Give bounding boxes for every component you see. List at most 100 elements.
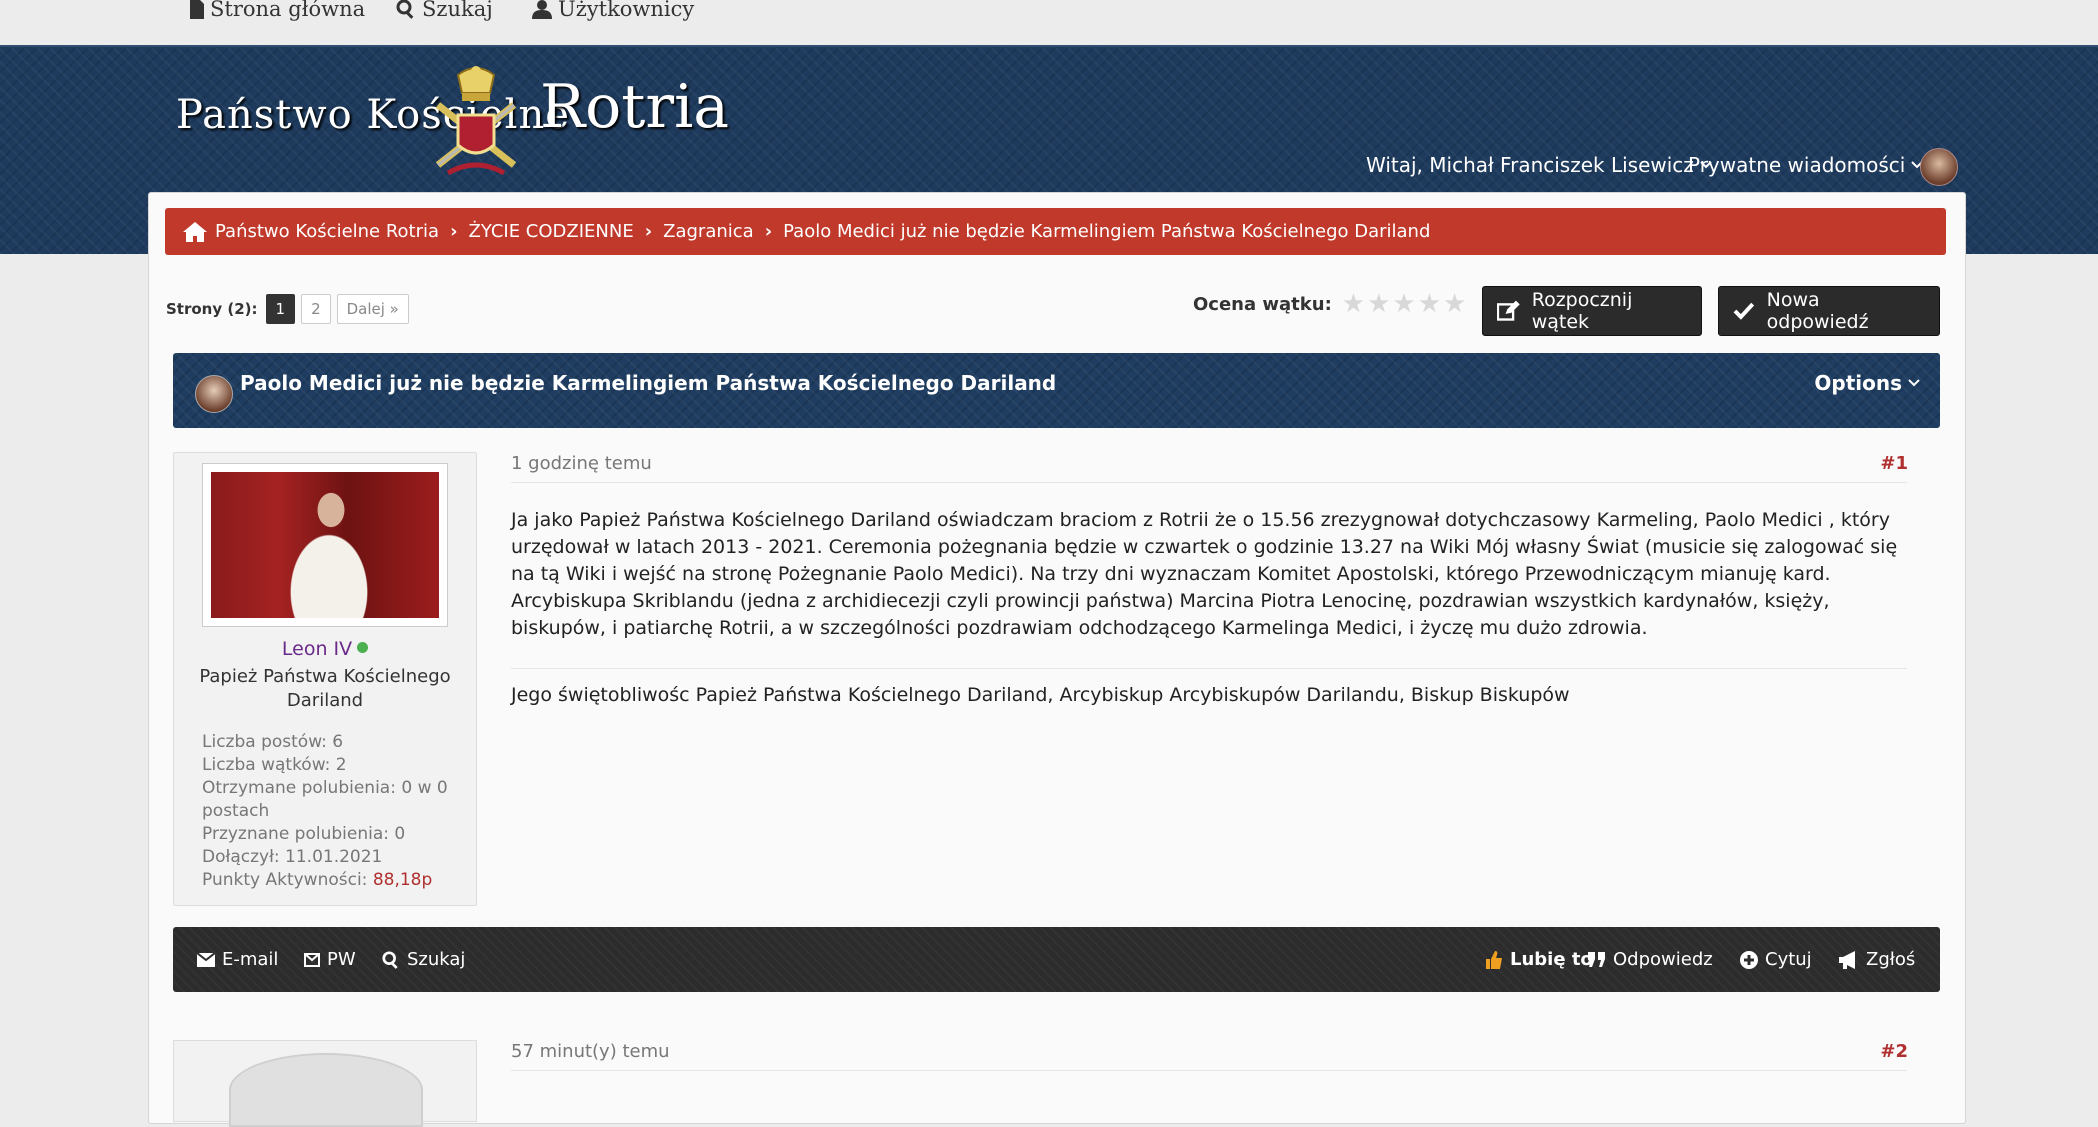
post-actions-bar: E-mail PW Szukaj Lubię to Odpowiedz Cytu… (173, 927, 1940, 992)
page-1-button[interactable]: 1 (265, 294, 296, 324)
search-posts-button[interactable]: Szukaj (382, 949, 465, 970)
search-posts-label: Szukaj (407, 949, 466, 970)
thumbs-up-icon (1486, 950, 1502, 969)
new-reply-label: Nowa odpowiedź (1766, 289, 1869, 333)
author-title: Papież Państwa Kościelnego Dariland (199, 666, 451, 711)
post-author-card: Leon IV Papież Państwa Kościelnego Daril… (173, 452, 477, 906)
reply-label: Odpowiedz (1613, 949, 1713, 970)
reply-button[interactable]: Odpowiedz (1588, 949, 1713, 970)
post-permalink[interactable]: #1 (1880, 453, 1908, 474)
online-status-icon (357, 642, 369, 653)
quote-icon (1588, 951, 1605, 967)
star-icon[interactable]: ★ (1367, 291, 1390, 317)
stat-likes-received: Otrzymane polubienia: 0 w 0 postach (202, 778, 448, 821)
breadcrumb-item-forum[interactable]: Zagranica (663, 221, 754, 242)
author-photo[interactable] (211, 472, 439, 618)
pagination-label: Strony (2): (166, 300, 258, 318)
welcome-menu[interactable]: Witaj, Michał Franciszek Lisewicz (1366, 153, 1712, 177)
stat-joined: Dołączył: 11.01.2021 (202, 847, 383, 867)
stat-activity-value[interactable]: 88,18p (373, 870, 432, 890)
thread-options-menu[interactable]: Options (1814, 371, 1920, 395)
post-divider (511, 482, 1907, 483)
new-thread-button[interactable]: Rozpocznij wątek (1482, 286, 1702, 336)
thread-title: Paolo Medici już nie będzie Karmelingiem… (240, 371, 1057, 395)
star-icon[interactable]: ★ (1392, 291, 1415, 317)
checkmark-icon (1733, 302, 1755, 320)
post-divider (511, 1070, 1907, 1071)
breadcrumb-item-category[interactable]: ŻYCIE CODZIENNE (468, 221, 633, 242)
post-permalink[interactable]: #2 (1880, 1041, 1908, 1062)
star-icon[interactable]: ★ (1342, 291, 1365, 317)
quote-label: Cytuj (1765, 949, 1812, 970)
plus-circle-icon (1740, 950, 1758, 969)
post-author-card (173, 1040, 477, 1127)
stat-threads: Liczba wątków: 2 (202, 755, 347, 775)
report-label: Zgłoś (1866, 949, 1916, 970)
breadcrumb: Państwo Kościelne Rotria › ŻYCIE CODZIEN… (165, 208, 1946, 255)
default-avatar-placeholder (229, 1053, 423, 1127)
author-name: Leon IV (281, 638, 353, 660)
rating-label: Ocena wątku: (1193, 293, 1332, 315)
document-icon (190, 0, 204, 19)
like-button[interactable]: Lubię to (1485, 949, 1593, 970)
user-icon (532, 0, 552, 19)
report-button[interactable]: Zgłoś (1839, 949, 1915, 970)
stat-activity: Punkty Aktywności: 88,18p (202, 869, 462, 892)
stat-likes-given: Przyznane polubienia: 0 (202, 824, 406, 844)
pm-button[interactable]: PW (304, 949, 356, 970)
search-icon (382, 950, 398, 969)
home-icon (183, 221, 207, 242)
signature-divider (511, 668, 1907, 669)
new-reply-button[interactable]: Nowa odpowiedź (1718, 286, 1940, 336)
private-messages-menu[interactable]: Prywatne wiadomości (1688, 153, 1924, 177)
top-navigation: Strona główna Szukaj Użytkownicy (0, 0, 2098, 45)
post-timestamp: 57 minut(y) temu (511, 1041, 670, 1062)
post-timestamp: 1 godzinę temu (511, 453, 652, 474)
post-signature: Jego świętobliwośc Papież Państwa Koście… (511, 684, 1570, 706)
breadcrumb-item-thread: Paolo Medici już nie będzie Karmelingiem… (783, 221, 1431, 242)
search-icon (396, 0, 414, 19)
author-stats: Liczba postów: 6 Liczba wątków: 2 Otrzym… (202, 731, 462, 892)
breadcrumb-label: Państwo Kościelne Rotria (215, 221, 440, 242)
like-label: Lubię to (1510, 949, 1593, 970)
post-body: Ja jako Papież Państwa Kościelnego Daril… (511, 509, 1898, 639)
nav-search[interactable]: Szukaj (396, 0, 493, 21)
logo-right-text[interactable]: Rotria (540, 72, 729, 142)
next-page-button[interactable]: Dalej » (336, 294, 409, 324)
thread-title-bar: Paolo Medici już nie będzie Karmelingiem… (173, 353, 1940, 428)
options-label: Options (1814, 371, 1902, 395)
pm-label: PW (327, 949, 356, 970)
breadcrumb-separator: › (644, 221, 653, 242)
email-button[interactable]: E-mail (197, 949, 278, 970)
pagination: Strony (2): 1 2 Dalej » (166, 294, 409, 324)
page-2-button[interactable]: 2 (301, 294, 331, 324)
thread-rating: Ocena wątku: ★ ★ ★ ★ ★ (1193, 291, 1466, 317)
megaphone-icon (1839, 950, 1855, 969)
nav-home[interactable]: Strona główna (190, 0, 365, 21)
nav-search-label: Szukaj (422, 0, 493, 21)
email-label: E-mail (222, 949, 279, 970)
author-photo-frame (202, 463, 448, 627)
envelope-icon (197, 952, 215, 967)
coat-of-arms-icon (435, 66, 517, 176)
breadcrumb-separator: › (764, 221, 773, 242)
private-messages-label: Prywatne wiadomości (1688, 153, 1906, 177)
nav-home-label: Strona główna (210, 0, 366, 21)
breadcrumb-separator: › (450, 221, 458, 242)
message-icon (304, 952, 320, 967)
header-user-avatar[interactable] (1920, 148, 1958, 186)
rating-stars: ★ ★ ★ ★ ★ (1342, 291, 1467, 317)
welcome-text: Witaj, Michał Franciszek Lisewicz (1366, 153, 1694, 177)
thread-author-avatar[interactable] (195, 375, 233, 413)
stat-posts: Liczba postów: 6 (202, 732, 344, 752)
edit-icon (1497, 300, 1520, 321)
stat-activity-label: Punkty Aktywności: (202, 870, 368, 890)
star-icon[interactable]: ★ (1418, 291, 1441, 317)
chevron-down-icon (1908, 379, 1920, 387)
nav-users[interactable]: Użytkownicy (532, 0, 694, 21)
star-icon[interactable]: ★ (1443, 291, 1466, 317)
breadcrumb-item-home[interactable]: Państwo Kościelne Rotria (183, 221, 439, 242)
nav-users-label: Użytkownicy (558, 0, 695, 21)
author-username[interactable]: Leon IV (174, 638, 476, 660)
quote-button[interactable]: Cytuj (1740, 949, 1812, 970)
